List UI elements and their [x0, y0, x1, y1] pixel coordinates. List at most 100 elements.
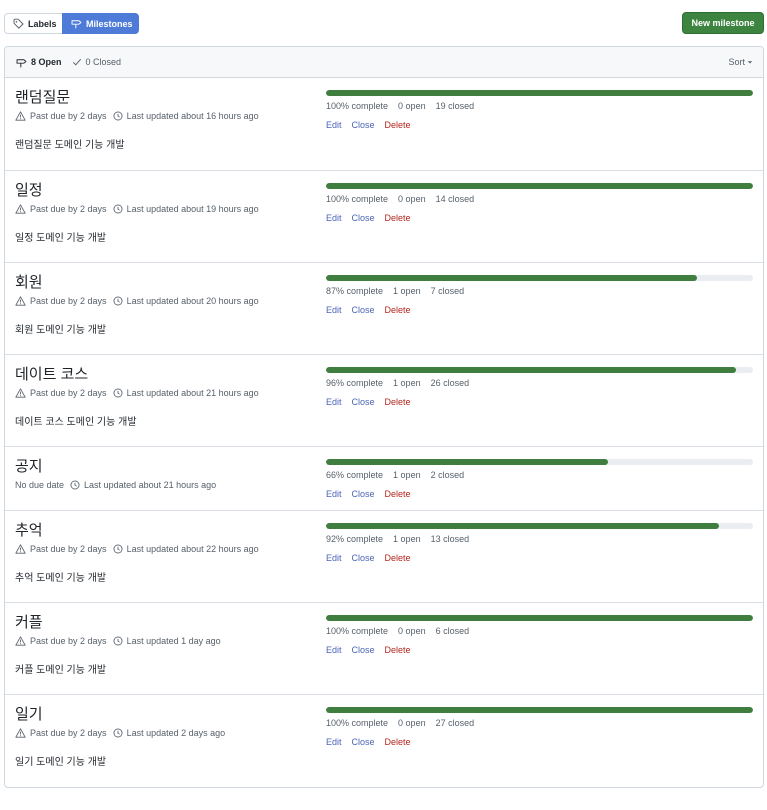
progress-stats: 92% complete 1 open 13 closed	[326, 534, 479, 544]
close-link[interactable]: Close	[352, 120, 375, 130]
due-date: Past due by 2 days	[15, 296, 107, 306]
milestone-title[interactable]: 회원	[15, 271, 43, 292]
new-milestone-button[interactable]: New milestone	[682, 12, 764, 34]
edit-link[interactable]: Edit	[326, 489, 342, 499]
open-count-label: 8 Open	[31, 57, 62, 67]
open-count: 0 open	[398, 718, 426, 728]
due-date: Past due by 2 days	[15, 544, 107, 554]
percent-complete: 100% complete	[326, 718, 389, 728]
progress-bar	[326, 367, 753, 373]
milestones-tab-label: Milestones	[86, 18, 133, 29]
last-updated: Last updated about 21 hours ago	[113, 388, 259, 398]
progress-bar	[326, 707, 753, 713]
progress-bar	[326, 275, 753, 281]
last-updated: Last updated about 21 hours ago	[70, 480, 216, 490]
progress-bar-fill	[326, 707, 753, 713]
progress-bar-fill	[326, 615, 753, 621]
milestone-title[interactable]: 데이트 코스	[15, 363, 88, 384]
close-link[interactable]: Close	[352, 553, 375, 563]
last-updated-label: Last updated about 16 hours ago	[126, 111, 259, 121]
progress-stats: 87% complete 1 open 7 closed	[326, 286, 474, 296]
closed-count: 27 closed	[435, 718, 475, 728]
milestone-actions: Edit Close Delete	[326, 397, 421, 407]
last-updated: Last updated about 20 hours ago	[113, 296, 259, 306]
delete-link[interactable]: Delete	[385, 213, 411, 223]
milestone-meta: No due date Last updated about 21 hours …	[15, 480, 216, 490]
due-date-label: Past due by 2 days	[30, 111, 107, 121]
milestone-row: 랜덤질문 Past due by 2 days Last updated abo…	[5, 78, 763, 170]
milestone-description: 추억 도메인 기능 개발	[15, 573, 107, 584]
milestone-description: 커플 도메인 기능 개발	[15, 665, 107, 676]
milestone-actions: Edit Close Delete	[326, 120, 421, 130]
open-count: 1 open	[393, 286, 421, 296]
alert-icon	[15, 296, 26, 306]
delete-link[interactable]: Delete	[385, 737, 411, 747]
milestone-meta: Past due by 2 days Last updated 1 day ag…	[15, 636, 221, 646]
alert-icon	[15, 728, 26, 738]
close-link[interactable]: Close	[352, 489, 375, 499]
open-count: 0 open	[398, 194, 426, 204]
closed-count: 26 closed	[430, 378, 470, 388]
tag-icon	[13, 18, 24, 29]
delete-link[interactable]: Delete	[385, 645, 411, 655]
milestone-title[interactable]: 일기	[15, 703, 43, 724]
progress-stats: 100% complete 0 open 6 closed	[326, 626, 479, 636]
clock-icon	[113, 204, 123, 214]
alert-icon	[15, 111, 26, 121]
edit-link[interactable]: Edit	[326, 645, 342, 655]
milestone-title[interactable]: 추억	[15, 519, 43, 540]
milestone-icon	[16, 57, 27, 68]
open-filter-link[interactable]: 8 Open	[16, 57, 62, 68]
edit-link[interactable]: Edit	[326, 737, 342, 747]
edit-link[interactable]: Edit	[326, 553, 342, 563]
clock-icon	[113, 296, 123, 306]
delete-link[interactable]: Delete	[385, 120, 411, 130]
delete-link[interactable]: Delete	[385, 489, 411, 499]
progress-stats: 100% complete 0 open 19 closed	[326, 101, 484, 111]
closed-filter-link[interactable]: 0 Closed	[72, 57, 121, 67]
milestone-title[interactable]: 공지	[15, 455, 43, 476]
delete-link[interactable]: Delete	[385, 397, 411, 407]
delete-link[interactable]: Delete	[385, 305, 411, 315]
milestone-title[interactable]: 일정	[15, 179, 43, 200]
progress-bar-fill	[326, 90, 753, 96]
milestones-box: 8 Open 0 Closed Sort 랜덤질문 Past due by 2 …	[4, 46, 764, 788]
last-updated-label: Last updated about 19 hours ago	[126, 204, 259, 214]
progress-bar	[326, 459, 753, 465]
percent-complete: 100% complete	[326, 626, 389, 636]
edit-link[interactable]: Edit	[326, 120, 342, 130]
edit-link[interactable]: Edit	[326, 305, 342, 315]
close-link[interactable]: Close	[352, 305, 375, 315]
percent-complete: 96% complete	[326, 378, 384, 388]
milestone-title[interactable]: 랜덤질문	[15, 86, 70, 107]
closed-count: 6 closed	[435, 626, 470, 636]
close-link[interactable]: Close	[352, 645, 375, 655]
progress-stats: 96% complete 1 open 26 closed	[326, 378, 479, 388]
close-link[interactable]: Close	[352, 213, 375, 223]
open-count: 1 open	[393, 534, 421, 544]
milestones-tab[interactable]: Milestones	[62, 13, 139, 34]
edit-link[interactable]: Edit	[326, 397, 342, 407]
last-updated: Last updated about 19 hours ago	[113, 204, 259, 214]
last-updated: Last updated about 16 hours ago	[113, 111, 259, 121]
milestone-description: 랜덤질문 도메인 기능 개발	[15, 140, 125, 151]
close-link[interactable]: Close	[352, 737, 375, 747]
milestone-title[interactable]: 커플	[15, 611, 43, 632]
sort-dropdown[interactable]: Sort	[728, 57, 753, 67]
delete-link[interactable]: Delete	[385, 553, 411, 563]
progress-bar-fill	[326, 459, 608, 465]
last-updated-label: Last updated 1 day ago	[126, 636, 221, 646]
progress-bar-fill	[326, 275, 698, 281]
milestone-meta: Past due by 2 days Last updated about 21…	[15, 388, 259, 398]
milestone-description: 회원 도메인 기능 개발	[15, 325, 107, 336]
due-date-label: Past due by 2 days	[30, 544, 107, 554]
open-count: 1 open	[393, 378, 421, 388]
closed-count: 7 closed	[430, 286, 465, 296]
labels-tab[interactable]: Labels	[4, 13, 62, 34]
due-date-label: No due date	[15, 480, 65, 490]
close-link[interactable]: Close	[352, 397, 375, 407]
milestone-meta: Past due by 2 days Last updated 2 days a…	[15, 728, 225, 738]
edit-link[interactable]: Edit	[326, 213, 342, 223]
last-updated-label: Last updated about 20 hours ago	[126, 296, 259, 306]
due-date: Past due by 2 days	[15, 728, 107, 738]
